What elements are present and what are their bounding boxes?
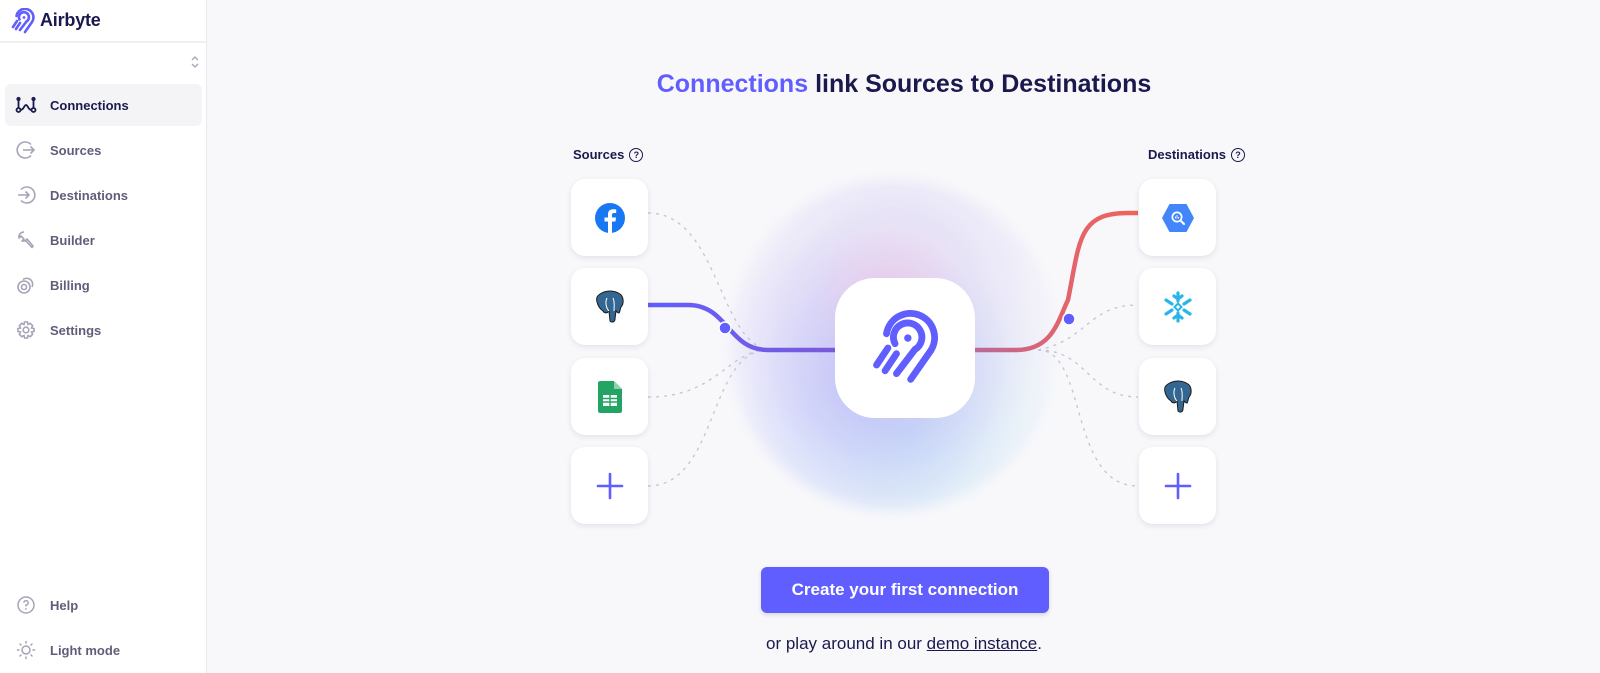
sidebar-item-builder[interactable]: Builder	[5, 219, 202, 261]
wire-destination-add	[1037, 349, 1139, 487]
sun-icon	[15, 639, 37, 661]
wire-node-source	[718, 321, 732, 335]
airbyte-logo-icon	[873, 309, 938, 383]
sidebar-item-label: Help	[50, 597, 79, 613]
destinations-heading: Destinations ?	[1148, 147, 1246, 162]
snowflake-icon	[1163, 290, 1192, 323]
sidebar-item-label: Connections	[50, 97, 129, 113]
help-icon	[15, 594, 37, 616]
wire-source-add	[647, 349, 769, 487]
demo-text-prefix: or play around in our	[766, 634, 927, 653]
wire-destination-bigquery	[975, 210, 1138, 353]
demo-text-suffix: .	[1037, 634, 1042, 653]
wire-source-postgres	[648, 302, 835, 353]
sidebar-item-light-mode[interactable]: Light mode	[5, 629, 202, 671]
source-tile-google-sheets	[571, 358, 648, 435]
wire-source-sheets	[647, 349, 769, 398]
facebook-icon	[594, 202, 625, 233]
sidebar: Airbyte Connections Sources Destinations…	[0, 0, 207, 673]
demo-instance-text: or play around in our demo instance.	[208, 634, 1600, 654]
airbyte-logo-icon	[11, 7, 35, 33]
main-content: Connections link Sources to Destinations…	[208, 0, 1600, 673]
wire-source-facebook	[647, 212, 820, 351]
postgres-elephant-icon	[1163, 380, 1192, 413]
wire-node-destination	[1062, 312, 1076, 326]
chevron-up-down-icon	[191, 56, 199, 68]
destination-tile-snowflake	[1139, 268, 1216, 345]
sidebar-item-label: Builder	[50, 232, 95, 248]
plus-icon	[596, 472, 623, 499]
source-tile-facebook	[571, 179, 648, 256]
connections-icon	[15, 94, 37, 116]
source-tile-postgres	[571, 268, 648, 345]
postgres-elephant-icon	[595, 290, 624, 323]
sidebar-item-sources[interactable]: Sources	[5, 129, 202, 171]
wire-destination-postgres	[1037, 349, 1139, 398]
sources-heading-label: Sources	[573, 147, 625, 162]
sidebar-item-label: Billing	[50, 277, 90, 293]
sidebar-item-label: Sources	[50, 142, 102, 158]
sidebar-item-label: Destinations	[50, 187, 129, 203]
sidebar-item-settings[interactable]: Settings	[5, 309, 202, 351]
sidebar-item-billing[interactable]: Billing	[5, 264, 202, 306]
google-sheets-icon	[597, 380, 622, 413]
destinations-heading-label: Destinations	[1148, 147, 1227, 162]
sidebar-item-help[interactable]: Help	[5, 584, 202, 626]
add-source-button[interactable]	[571, 447, 648, 524]
demo-instance-link[interactable]: demo instance	[927, 634, 1038, 653]
sources-help-icon[interactable]: ?	[629, 147, 644, 162]
gear-icon	[15, 319, 37, 341]
sources-icon	[15, 139, 37, 161]
sidebar-nav: Connections Sources Destinations Builder…	[5, 84, 202, 354]
brand[interactable]: Airbyte	[0, 0, 206, 43]
destination-tile-bigquery	[1139, 179, 1216, 256]
airbyte-hub-tile	[835, 278, 975, 418]
sidebar-item-label: Light mode	[50, 642, 121, 658]
sidebar-bottom: Help Light mode	[5, 584, 202, 673]
sources-heading: Sources ?	[573, 147, 644, 162]
create-first-connection-button[interactable]: Create your first connection	[761, 567, 1049, 613]
add-destination-button[interactable]	[1139, 447, 1216, 524]
brand-name: Airbyte	[40, 10, 101, 30]
destination-tile-postgres	[1139, 358, 1216, 435]
destinations-help-icon[interactable]: ?	[1231, 147, 1246, 162]
destinations-icon	[15, 184, 37, 206]
sidebar-item-connections[interactable]: Connections	[5, 84, 202, 126]
sidebar-item-destinations[interactable]: Destinations	[5, 174, 202, 216]
bigquery-icon	[1161, 203, 1194, 232]
builder-wrench-icon	[15, 229, 37, 251]
sidebar-item-label: Settings	[50, 322, 102, 338]
billing-coins-icon	[15, 274, 37, 296]
plus-icon	[1164, 472, 1191, 499]
sidebar-collapse-toggle[interactable]	[188, 53, 202, 71]
